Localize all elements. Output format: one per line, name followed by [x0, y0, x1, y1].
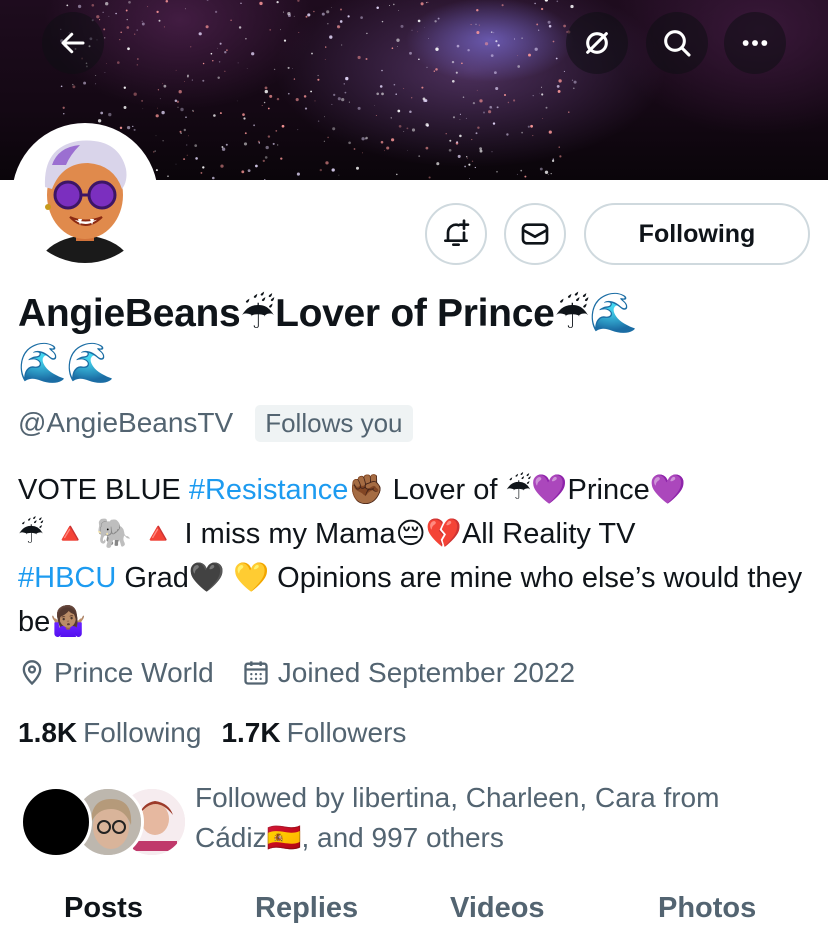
tab-posts[interactable]: Posts: [64, 892, 143, 925]
bio-text: All Reality TV: [461, 518, 636, 550]
message-button[interactable]: [504, 203, 566, 265]
calendar-icon: [244, 661, 268, 685]
emoji: ☔ 🔺 🐘 🔺: [18, 518, 177, 550]
followed-by-section[interactable]: Followed by libertina, Charleen, Cara fr…: [18, 778, 818, 858]
avatar: [20, 786, 92, 858]
search-icon: [664, 30, 691, 57]
hashtag-link[interactable]: #HBCU: [18, 562, 116, 594]
followed-by-text[interactable]: Followed by libertina, Charleen, Cara fr…: [195, 778, 795, 858]
sync-off-button[interactable]: [566, 12, 628, 74]
hashtag-link[interactable]: #Resistance: [189, 474, 349, 506]
notifications-button[interactable]: [425, 203, 487, 265]
display-name-part2: Lover of Prince: [275, 292, 555, 335]
tab-replies[interactable]: Replies: [255, 892, 358, 925]
bio-text: Lover of: [392, 474, 506, 506]
joined-item: Joined September 2022: [242, 657, 575, 689]
emoji: 🖤 💛: [188, 562, 270, 594]
purple-heart-emoji: 💜: [649, 474, 686, 506]
back-button[interactable]: [42, 12, 104, 74]
emoji: ☔💜: [505, 474, 568, 506]
location-pin-icon: [22, 660, 42, 686]
location-item: Prince World: [18, 657, 214, 689]
profile-avatar[interactable]: [12, 123, 158, 269]
arrow-left-icon: [61, 32, 85, 54]
emoji: 😔💔: [395, 518, 462, 550]
bitmoji-avatar-image: [38, 140, 132, 263]
search-button[interactable]: [646, 12, 708, 74]
tab-photos[interactable]: Photos: [658, 892, 756, 925]
followers-count[interactable]: 1.7K: [221, 717, 280, 749]
wave-emoji: 🌊🌊: [18, 341, 115, 385]
bio-text: Prince: [567, 474, 650, 506]
display-name: AngieBeans☔Lover of Prince☔🌊 🌊🌊: [18, 290, 808, 388]
ellipsis-icon: [742, 40, 768, 46]
following-link[interactable]: Following: [83, 717, 201, 749]
location-text: Prince World: [54, 657, 214, 688]
more-button[interactable]: [724, 12, 786, 74]
user-handle: @AngieBeansTV: [18, 407, 234, 438]
bell-plus-icon: [444, 219, 470, 246]
tab-videos[interactable]: Videos: [450, 892, 545, 925]
followers-link[interactable]: Followers: [287, 717, 407, 749]
bio-text: I miss my Mama: [176, 518, 396, 550]
shrug-emoji: 🤷🏽‍♀️: [50, 606, 87, 638]
joined-date-text: Joined September 2022: [277, 657, 576, 688]
followed-by-line2-rest: , and 997 others: [301, 822, 504, 853]
umbrella-emoji: ☔: [240, 293, 276, 337]
following-count[interactable]: 1.8K: [18, 717, 77, 749]
following-button[interactable]: Following: [584, 203, 810, 265]
bio-text: VOTE BLUE: [18, 474, 189, 506]
spain-flag-emoji: 🇪🇸: [266, 822, 302, 853]
profile-tabs: Posts Replies Videos Photos: [0, 880, 828, 939]
envelope-icon: [521, 223, 549, 245]
profile-bio: VOTE BLUE #Resistance✊🏾 Lover of ☔💜Princ…: [18, 468, 808, 644]
followed-by-line2: Cádiz: [195, 822, 267, 853]
circle-slash-icon: [586, 32, 608, 54]
fist-emoji: ✊🏾: [348, 474, 385, 506]
display-name-part1: AngieBeans: [18, 292, 241, 335]
follows-you-badge: Follows you: [255, 404, 413, 442]
followed-by-line1: Followed by libertina, Charleen, Cara fr…: [195, 782, 720, 813]
wave-emoji: 🌊: [589, 292, 638, 335]
umbrella-emoji: ☔: [554, 293, 590, 337]
bio-text: Grad: [116, 562, 189, 594]
